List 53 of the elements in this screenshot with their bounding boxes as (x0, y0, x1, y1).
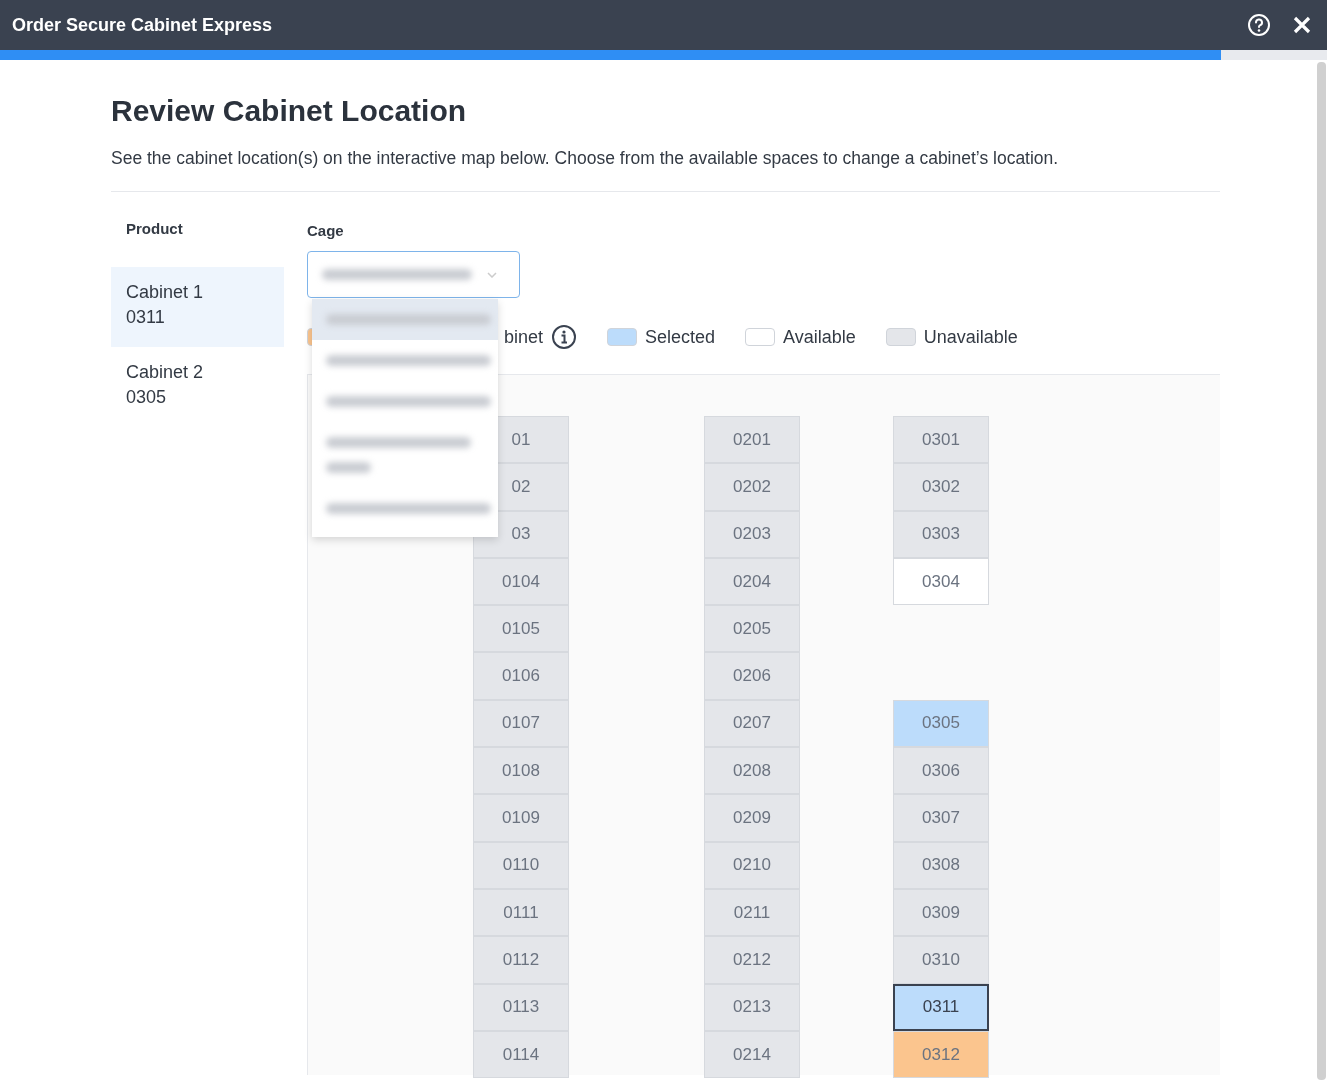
caret-icon (487, 271, 497, 278)
cage-dropdown[interactable] (307, 251, 520, 298)
cabinet-space: 0310 (893, 936, 989, 984)
cabinet-space: 0208 (704, 747, 800, 795)
cabinet-space: 0114 (473, 1030, 569, 1079)
cabinet-space: 0212 (704, 936, 800, 984)
cabinet-space: 0104 (473, 557, 569, 606)
cabinet-space: 0207 (704, 699, 800, 748)
page-heading: Review Cabinet Location (111, 94, 468, 128)
scrollbar[interactable] (1317, 62, 1326, 1080)
cabinet-space: 0204 (704, 557, 800, 606)
cabinet-space: 0206 (704, 652, 800, 700)
column-label: Product (125, 219, 184, 239)
cabinet-space: 0209 (704, 794, 800, 842)
cabinet-space: 0108 (473, 747, 569, 795)
close-icon[interactable] (1293, 16, 1311, 34)
description: See the cabinet location(s) on the interactive map below. Choose from the available spaces to change a cabinet’s location. (111, 146, 1220, 192)
cabinet-space: 0113 (473, 983, 569, 1031)
dropdown-option[interactable] (312, 299, 498, 340)
cabinet-space[interactable]: 0311 (893, 983, 989, 1031)
cabinet-space: 0303 (893, 510, 989, 558)
cabinet-space: 0308 (893, 841, 989, 889)
info-icon[interactable] (551, 324, 577, 350)
cabinet-space: 0105 (473, 605, 569, 653)
cabinet-space: 0302 (893, 463, 989, 511)
cabinet-space: 0214 (704, 1030, 800, 1079)
cabinet-space: 0203 (704, 510, 800, 558)
cabinet-space: 0309 (893, 888, 989, 937)
window-title: Order Secure Cabinet Express (12, 14, 274, 36)
legend-label: Available (783, 326, 856, 348)
cabinet-space: 0112 (473, 936, 569, 984)
cabinet-space: 0110 (473, 841, 569, 889)
help-icon[interactable] (1247, 13, 1271, 37)
cabinet-space: 0109 (473, 794, 569, 842)
cabinet-space: 0111 (473, 888, 569, 937)
cabinet-space: 0307 (893, 794, 989, 842)
product-item[interactable]: Cabinet 1 0311 (111, 267, 284, 347)
cabinet-space[interactable]: 0304 (893, 557, 989, 606)
cabinet-space: 0202 (704, 463, 800, 511)
legend-label: binet (503, 326, 543, 348)
legend-label: Selected (645, 326, 716, 348)
product-item[interactable]: Cabinet 2 0305 (111, 347, 284, 427)
cabinet-space: 0306 (893, 747, 989, 795)
cabinet-space: 0205 (704, 605, 800, 653)
cabinet-space: 0213 (704, 983, 800, 1031)
legend-label: Unavailable (923, 326, 1018, 348)
field-label: Cage (307, 221, 345, 241)
cabinet-space: 0301 (893, 416, 989, 464)
cabinet-space: 0211 (704, 888, 800, 937)
cabinet-space: 0107 (473, 699, 569, 748)
cabinet-space: 0201 (704, 416, 800, 464)
cabinet-space: 0210 (704, 841, 800, 889)
cabinet-space: 0106 (473, 652, 569, 700)
